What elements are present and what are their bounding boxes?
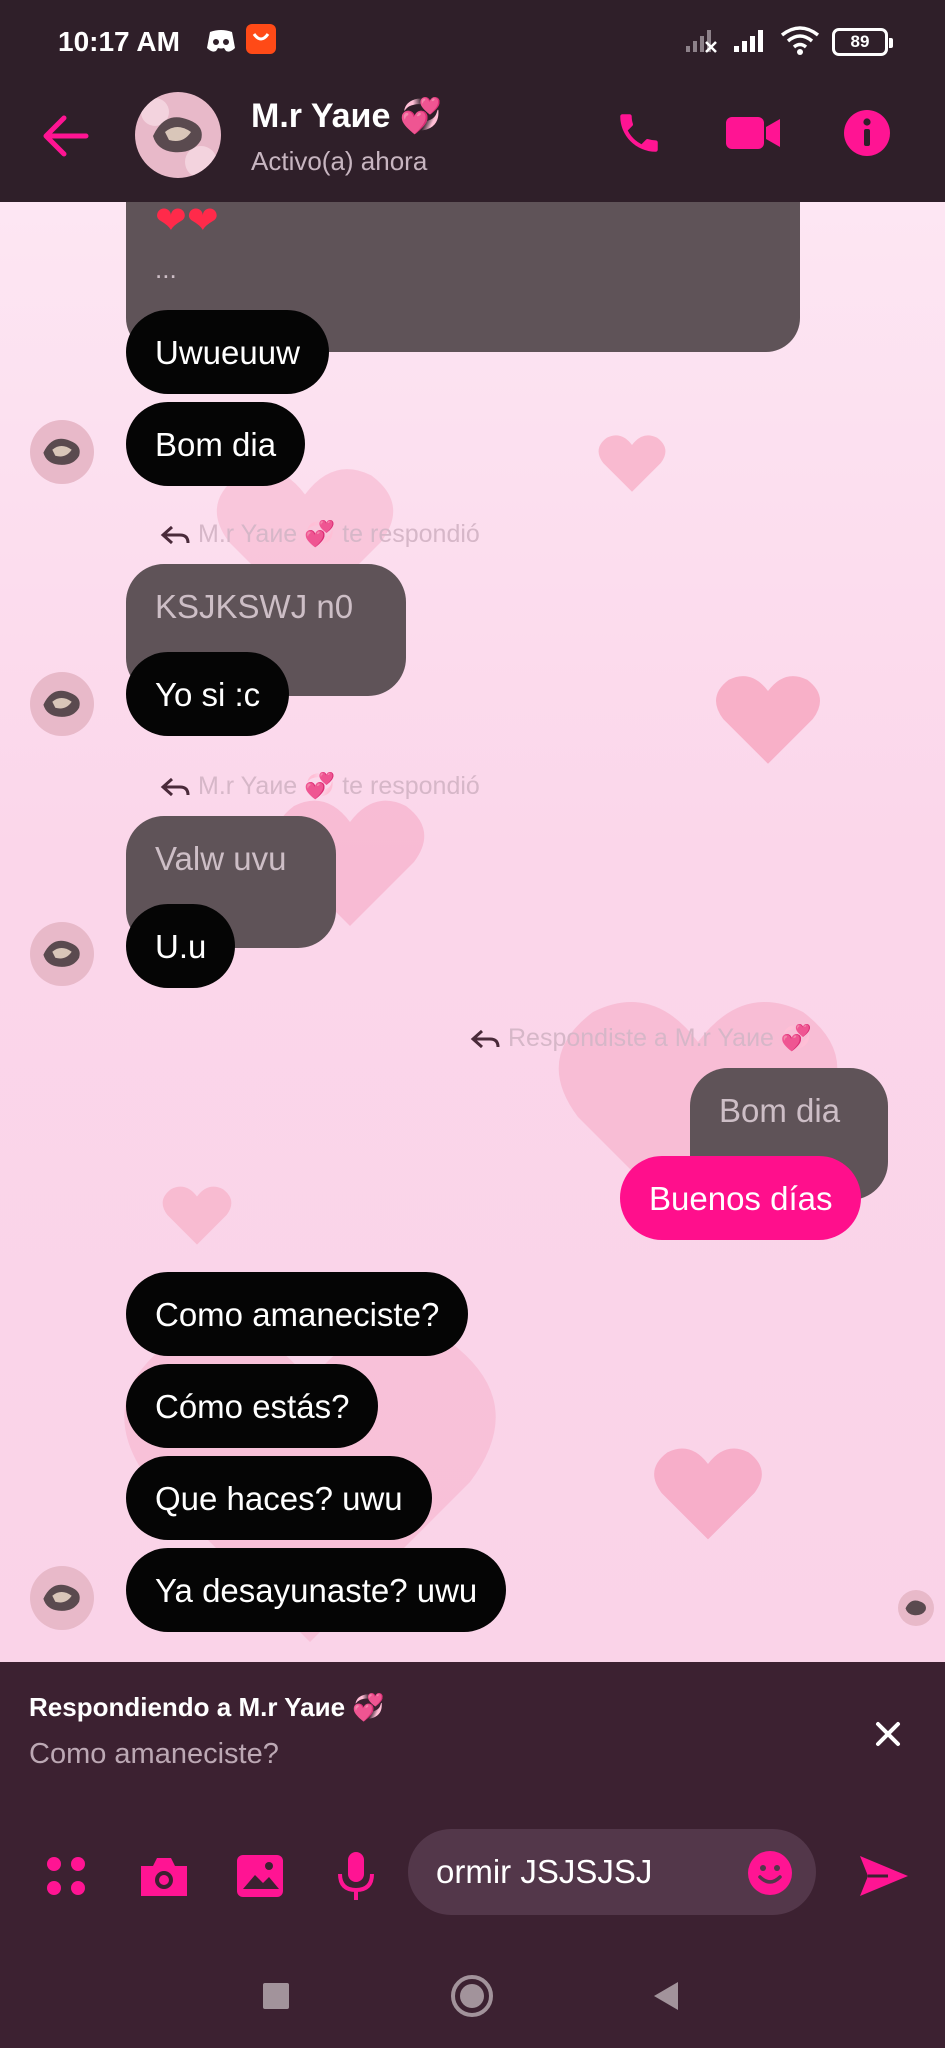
system-nav-bar <box>0 1942 945 2048</box>
microphone-icon[interactable] <box>328 1848 384 1904</box>
message-bubble[interactable]: Que haces? uwu <box>126 1456 432 1540</box>
reply-arrow-icon <box>160 525 190 544</box>
message-bubble[interactable]: Bom dia <box>126 402 306 486</box>
reply-indicator: Respondiste a M.r Yaие 💞 <box>470 1024 812 1053</box>
read-receipt-avatar <box>898 1590 934 1626</box>
heart-decoration-icon <box>598 435 666 492</box>
phone-icon[interactable] <box>610 104 668 162</box>
sent-message-bubble[interactable]: Buenos días <box>620 1156 862 1240</box>
apps-icon[interactable] <box>38 1848 94 1904</box>
back-arrow-icon[interactable] <box>40 114 90 163</box>
contact-avatar-small <box>30 672 94 736</box>
contact-avatar[interactable] <box>135 92 221 178</box>
replying-to-preview: Como amaneciste? <box>29 1738 279 1770</box>
gallery-icon[interactable] <box>232 1848 288 1904</box>
close-icon[interactable] <box>870 1716 906 1752</box>
reply-label-text: Respondiste a M.r Yaие 💞 <box>508 1024 813 1052</box>
reply-indicator: M.r Yaие 💞 te respondió <box>160 772 480 801</box>
camera-icon[interactable] <box>136 1848 192 1904</box>
back-nav-icon[interactable] <box>642 1972 690 2020</box>
discord-icon <box>206 28 236 59</box>
message-bubble[interactable]: Ya desayunaste? uwu <box>126 1548 507 1632</box>
reply-arrow-icon <box>470 1029 500 1048</box>
message-bubble[interactable]: Yo si :c <box>126 652 290 736</box>
aliexpress-icon <box>246 24 276 59</box>
reply-arrow-icon <box>160 777 190 796</box>
message-input-value: ormir JSJSJSJ <box>436 1853 653 1890</box>
signal-off-icon <box>684 28 718 59</box>
reply-label-text: M.r Yaие 💞 te respondió <box>198 772 480 800</box>
send-icon[interactable] <box>856 1848 912 1904</box>
replying-to-bar: Respondiendo a M.r Yaие 💞 Como amanecist… <box>0 1662 945 1812</box>
info-icon[interactable] <box>838 104 896 162</box>
reply-indicator: M.r Yaие 💞 te respondió <box>160 520 480 549</box>
message-bubble[interactable]: U.u <box>126 904 236 988</box>
contact-avatar-small <box>30 922 94 986</box>
recent-apps-icon[interactable] <box>252 1972 300 2020</box>
home-icon[interactable] <box>448 1972 496 2020</box>
contact-name: M.r Yaие 💞 <box>251 97 443 135</box>
message-bubble[interactable]: Como amaneciste? <box>126 1272 469 1356</box>
message-input[interactable]: ormir JSJSJSJ <box>408 1829 816 1915</box>
message-bubble[interactable]: Cómo estás? <box>126 1364 379 1448</box>
wifi-icon <box>780 26 820 61</box>
contact-avatar-small <box>30 1566 94 1630</box>
reply-label-text: M.r Yaие 💞 te respondió <box>198 520 480 548</box>
emoji-icon[interactable] <box>746 1849 794 1902</box>
heart-decoration-icon <box>654 1448 762 1540</box>
status-bar: 10:17 AM 89 <box>0 0 945 84</box>
contact-avatar-small <box>30 420 94 484</box>
message-composer: ormir JSJSJSJ <box>0 1812 945 1942</box>
chat-messages[interactable]: ❤❤ ... Uwueuuw Bom dia M.r Yaие 💞 te res… <box>0 202 945 1662</box>
signal-icon <box>732 28 766 59</box>
heart-decoration-icon <box>716 676 820 764</box>
quoted-message-hearts: ❤❤ <box>155 202 219 242</box>
replying-to-title: Respondiendo a M.r Yaие 💞 <box>29 1692 385 1722</box>
quoted-message-ellipsis: ... <box>155 254 177 284</box>
chat-header: M.r Yaие 💞 Activo(a) ahora <box>0 84 945 202</box>
status-time: 10:17 AM <box>58 26 180 57</box>
video-camera-icon[interactable] <box>724 104 782 162</box>
message-bubble[interactable]: Uwueuuw <box>126 310 329 394</box>
contact-status: Activo(a) ahora <box>251 146 428 176</box>
heart-decoration-icon <box>162 1186 232 1245</box>
battery-indicator: 89 <box>832 28 893 56</box>
